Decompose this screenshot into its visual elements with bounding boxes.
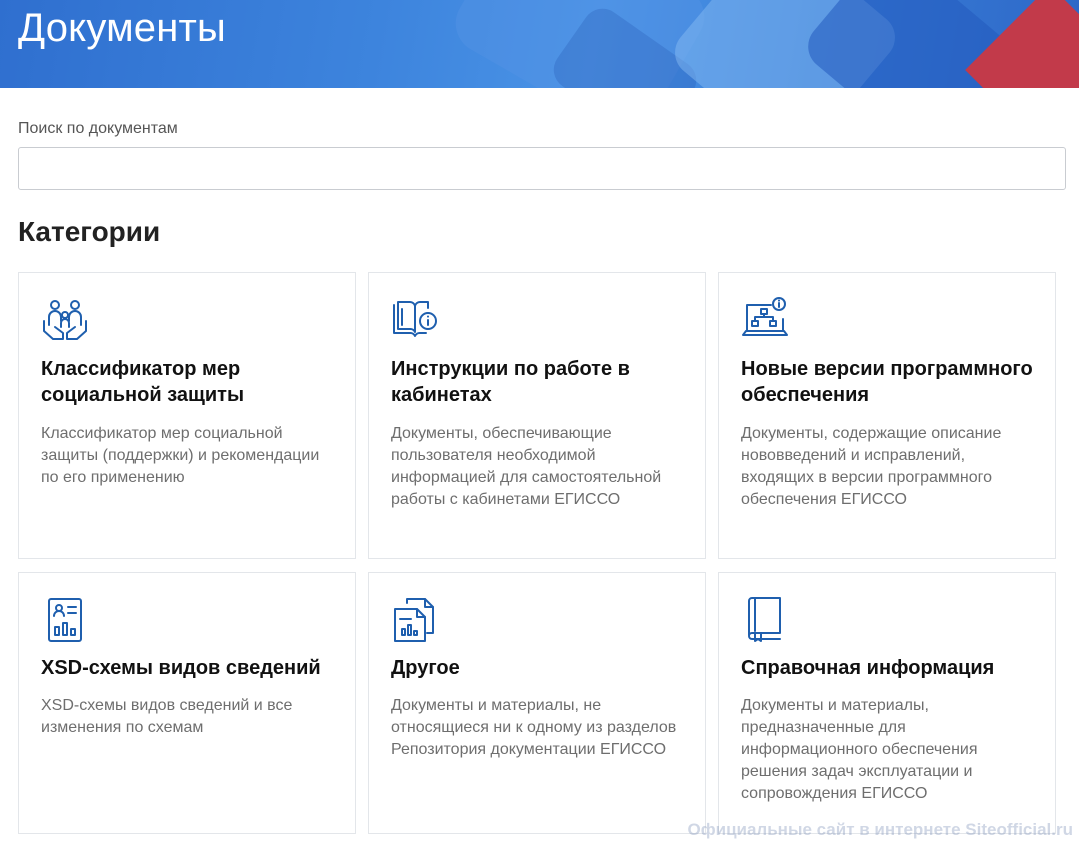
card-description: Документы и материалы, предназначенные д… [741, 697, 978, 802]
reference-book-icon [748, 597, 781, 642]
search-input[interactable] [18, 147, 1066, 190]
card-title: Справочная информация [741, 657, 995, 679]
category-card-classifier[interactable]: Классификатор мер социальной защиты Клас… [18, 272, 356, 559]
category-card-reference[interactable]: Справочная информация Документы и матери… [718, 572, 1056, 834]
category-card-new-versions[interactable]: Новые версии программного обеспечения До… [718, 272, 1056, 559]
category-card-instructions[interactable]: Инструкции по работе в кабинетах Докумен… [368, 272, 706, 559]
book-info-icon [393, 301, 437, 337]
card-description: Документы, обеспечивающие пользователя н… [391, 425, 662, 508]
documents-stack-icon [394, 598, 434, 642]
card-title: XSD-схемы видов сведений [41, 657, 321, 679]
categories-heading: Категории [18, 216, 161, 247]
watermark: Официальные сайт в интернете Siteofficia… [687, 820, 1073, 839]
card-description: Документы, содержащие описание нововведе… [741, 425, 1002, 508]
card-description: Классификатор мер социальной защиты (под… [41, 425, 320, 486]
page-banner: Документы [0, 0, 1079, 88]
card-title: Новые версии программного обеспечения [741, 358, 1033, 406]
laptop-info-icon [742, 297, 788, 336]
card-description: XSD-схемы видов сведений и все изменения… [41, 697, 293, 736]
document-chart-icon [48, 598, 82, 642]
page-title: Документы [18, 6, 226, 50]
card-title: Классификатор мер социальной защиты [41, 358, 245, 406]
card-title: Инструкции по работе в кабинетах [391, 358, 630, 406]
card-title: Другое [391, 657, 460, 679]
search-label: Поиск по документам [18, 120, 178, 137]
category-card-xsd-schemes[interactable]: XSD-схемы видов сведений XSD-схемы видов… [18, 572, 356, 834]
category-card-other[interactable]: Другое Документы и материалы, не относящ… [368, 572, 706, 834]
card-description: Документы и материалы, не относящиеся ни… [391, 697, 677, 758]
family-care-icon [43, 300, 87, 340]
